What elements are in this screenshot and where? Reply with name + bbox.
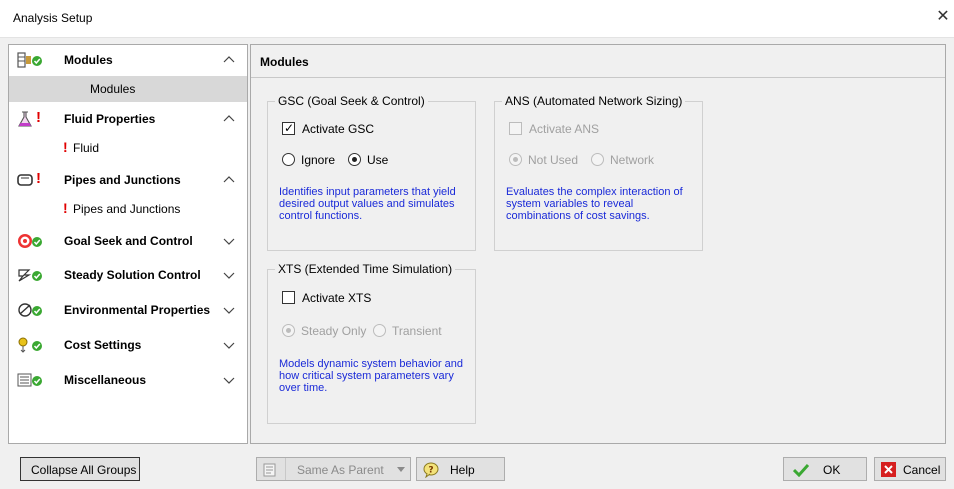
gsc-description: Identifies input parameters that yield d… [279,186,456,222]
group-label: Modules [64,53,113,67]
gsc-ignore-radio[interactable] [282,153,295,166]
ok-label: OK [823,463,841,477]
group-steady-solution-control[interactable]: Steady Solution Control [9,260,247,290]
pipe-icon [17,174,33,186]
sidebar-item-fluid[interactable]: ! Fluid [9,135,247,161]
svg-text:?: ? [428,466,433,476]
xts-legend: XTS (Extended Time Simulation) [275,262,456,276]
sidebar-item-pipes-and-junctions[interactable]: ! Pipes and Junctions [9,196,247,222]
group-label: Fluid Properties [64,112,156,126]
xts-transient-radio[interactable] [373,324,386,337]
gsc-ignore-label: Ignore [301,153,336,167]
panel-header: Modules [251,45,945,78]
activate-xts-label: Activate XTS [302,291,372,305]
ans-legend: ANS (Automated Network Sizing) [502,94,686,108]
modules-icon [17,52,42,68]
sidebar-item-modules[interactable]: Modules [9,76,247,102]
ans-not-used-label: Not Used [528,153,579,167]
group-environmental-properties[interactable]: Environmental Properties [9,295,247,325]
chevron-down-icon[interactable] [223,236,235,246]
steady-solution-icon [18,269,42,282]
warning-icon: ! [36,170,41,187]
cost-icon [18,337,42,353]
xts-steady-only-radio[interactable] [282,324,295,337]
same-as-parent-label: Same As Parent [297,463,384,477]
chevron-down-icon[interactable] [223,270,235,280]
activate-ans-label: Activate ANS [529,122,600,136]
sidebar-item-label: Fluid [73,141,100,155]
target-icon [18,234,42,248]
flask-icon [18,111,32,127]
group-goal-seek-and-control[interactable]: Goal Seek and Control [9,226,247,256]
sidebar: Modules Modules ! Fluid Properties ! Flu… [8,44,248,444]
ans-description: Evaluates the complex interaction of sys… [506,186,683,222]
cancel-button[interactable]: Cancel [874,457,946,481]
group-label: Pipes and Junctions [64,173,181,187]
window-title: Analysis Setup [13,11,93,25]
ok-check-icon [793,463,809,477]
gsc-legend: GSC (Goal Seek & Control) [275,94,428,108]
chevron-up-icon[interactable] [223,114,235,124]
modules-panel: Modules GSC (Goal Seek & Control) ✓ Acti… [250,44,946,444]
group-label: Miscellaneous [64,373,147,387]
chevron-down-icon[interactable] [223,375,235,385]
activate-ans-checkbox[interactable] [509,122,522,135]
group-label: Cost Settings [64,338,142,352]
collapse-all-groups-button[interactable]: Collapse All Groups [20,457,140,481]
warning-icon: ! [63,139,68,155]
chevron-up-icon[interactable] [223,55,235,65]
group-label: Steady Solution Control [64,268,201,282]
help-button[interactable]: ? Help [416,457,505,481]
cancel-x-icon [881,462,896,477]
xts-transient-label: Transient [392,324,442,338]
activate-gsc-checkbox[interactable]: ✓ [282,121,295,135]
sidebar-item-label: Modules [90,82,136,96]
group-pipes-and-junctions[interactable]: ! Pipes and Junctions [9,165,247,195]
title-bar: Analysis Setup ✕ [0,0,954,38]
chevron-down-icon[interactable] [223,305,235,315]
close-icon[interactable]: ✕ [934,8,952,26]
group-fluid-properties[interactable]: ! Fluid Properties [9,104,247,134]
cancel-label: Cancel [903,463,941,477]
collapse-all-groups-label: Collapse All Groups [31,463,137,477]
dropdown-arrow-icon[interactable] [397,467,405,473]
gsc-use-label: Use [367,153,389,167]
chevron-down-icon[interactable] [223,340,235,350]
misc-icon [17,373,42,387]
activate-xts-checkbox[interactable] [282,291,295,304]
ok-button[interactable]: OK [783,457,867,481]
gsc-groupbox: GSC (Goal Seek & Control) ✓ Activate GSC… [267,94,476,251]
group-modules[interactable]: Modules [9,45,247,75]
same-as-parent-button[interactable]: Same As Parent [256,457,411,481]
sidebar-item-label: Pipes and Junctions [73,202,181,216]
group-miscellaneous[interactable]: Miscellaneous [9,365,247,395]
group-cost-settings[interactable]: Cost Settings [9,330,247,360]
gsc-use-radio[interactable] [348,153,361,166]
warning-icon: ! [63,200,68,216]
warning-icon: ! [36,109,41,126]
environment-icon [18,303,42,317]
chevron-up-icon[interactable] [223,175,235,185]
ans-network-label: Network [610,153,655,167]
group-label: Environmental Properties [64,303,211,317]
xts-groupbox: XTS (Extended Time Simulation) Activate … [267,262,476,424]
activate-gsc-label: Activate GSC [302,122,375,136]
ans-network-radio[interactable] [591,153,604,166]
help-label: Help [450,463,475,477]
panel-title: Modules [260,55,309,69]
ans-groupbox: ANS (Automated Network Sizing) Activate … [494,94,703,251]
help-icon: ? [423,462,439,478]
xts-steady-only-label: Steady Only [301,324,367,338]
ans-not-used-radio[interactable] [509,153,522,166]
document-icon [263,463,276,477]
group-label: Goal Seek and Control [64,234,193,248]
xts-description: Models dynamic system behavior and how c… [279,358,464,394]
